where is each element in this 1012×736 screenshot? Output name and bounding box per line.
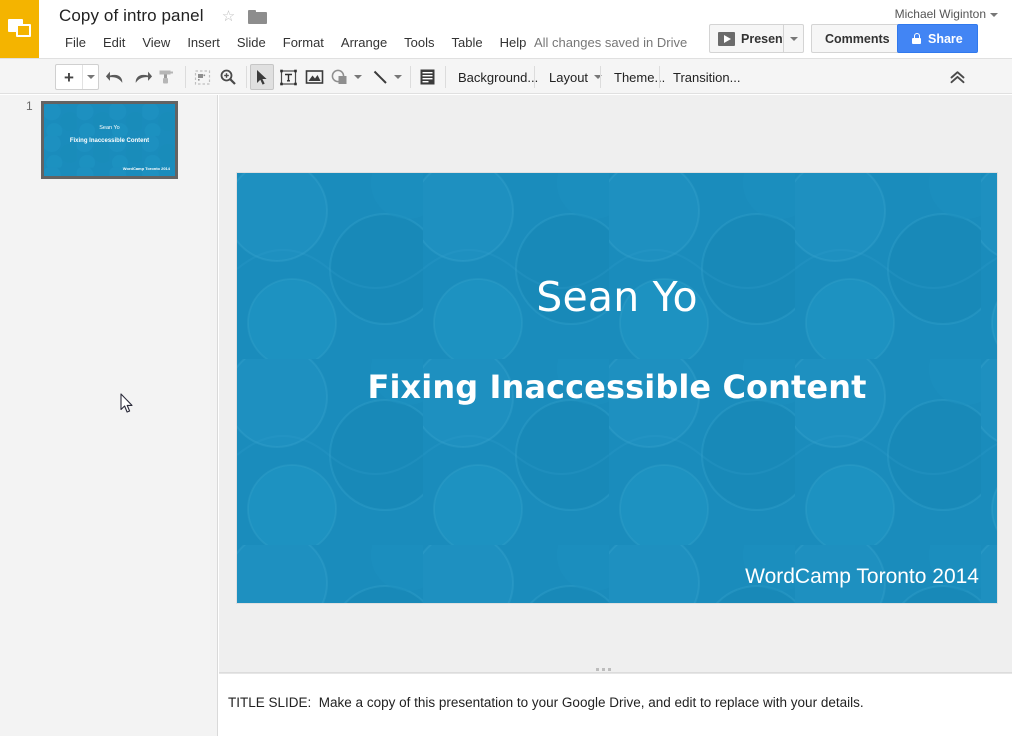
slide-footer-text[interactable]: WordCamp Toronto 2014 xyxy=(745,565,979,589)
folder-icon[interactable] xyxy=(248,10,267,24)
chevron-down-icon xyxy=(789,36,798,41)
background-button-label: Background... xyxy=(458,69,539,85)
slide-canvas-area[interactable]: Sean Yo Fixing Inaccessible Content Word… xyxy=(219,95,1012,672)
menu-item-format[interactable]: Format xyxy=(275,32,332,53)
thumbnail-content: Sean Yo Fixing Inaccessible Content Word… xyxy=(44,104,175,176)
slides-logo-glyph xyxy=(7,18,32,40)
paint-format-icon xyxy=(159,70,173,84)
layout-button-label: Layout xyxy=(549,69,589,85)
line-icon xyxy=(373,70,387,84)
shape-dropdown-button[interactable] xyxy=(350,64,366,90)
chevron-down-icon xyxy=(394,75,402,79)
slide-layout-button[interactable] xyxy=(414,64,440,90)
slide-number-label: 1 xyxy=(26,99,33,113)
shape-icon xyxy=(331,69,347,84)
line-dropdown-button[interactable] xyxy=(390,64,406,90)
comments-button-label: Comments xyxy=(825,31,890,46)
menu-bar: File Edit View Insert Slide Format Arran… xyxy=(57,32,535,53)
shape-button[interactable] xyxy=(328,64,352,90)
slides-logo-icon[interactable] xyxy=(0,0,39,58)
comments-button[interactable]: Comments xyxy=(811,24,904,53)
star-outline-icon[interactable]: ☆ xyxy=(220,9,237,26)
thumbnail-footer-text: WordCamp Toronto 2014 xyxy=(122,166,170,171)
main-toolbar: + Background... Layout Theme... Transiti… xyxy=(0,58,1012,94)
fit-to-window-icon xyxy=(194,69,211,85)
menu-item-slide[interactable]: Slide xyxy=(229,32,274,53)
slide-filmstrip-panel xyxy=(0,95,218,736)
slide-presenter-name[interactable]: Sean Yo xyxy=(237,273,997,321)
transition-button-label: Transition... xyxy=(673,69,741,85)
zoom-in-icon xyxy=(220,69,236,85)
save-status-text: All changes saved in Drive xyxy=(534,35,688,50)
speaker-notes-body: Make a copy of this presentation to your… xyxy=(318,695,864,710)
account-name-label: Michael Wiginton xyxy=(894,7,986,21)
menu-item-help[interactable]: Help xyxy=(492,32,535,53)
insert-image-icon xyxy=(305,70,323,84)
new-slide-icon: + xyxy=(56,65,83,89)
menu-item-file[interactable]: File xyxy=(57,32,94,53)
present-button-label: Present xyxy=(741,31,787,46)
share-button-label: Share xyxy=(928,31,963,46)
paint-format-button[interactable] xyxy=(153,64,179,90)
chevron-down-icon xyxy=(354,75,362,79)
menu-item-edit[interactable]: Edit xyxy=(95,32,133,53)
insert-image-button[interactable] xyxy=(302,64,326,90)
transition-button[interactable]: Transition... xyxy=(662,63,751,91)
present-dropdown-button[interactable] xyxy=(783,24,804,53)
undo-icon xyxy=(105,71,122,83)
chevron-down-icon xyxy=(86,75,95,79)
fit-to-window-button[interactable] xyxy=(190,64,215,90)
google-slides-app: Copy of intro panel ☆ File Edit View Ins… xyxy=(0,0,1012,736)
speaker-notes-pane[interactable]: TITLE SLIDE: Make a copy of this present… xyxy=(219,673,1012,736)
undo-button[interactable] xyxy=(101,64,127,90)
menu-item-arrange[interactable]: Arrange xyxy=(333,32,395,53)
app-header: Copy of intro panel ☆ File Edit View Ins… xyxy=(0,0,1012,58)
menu-item-view[interactable]: View xyxy=(134,32,178,53)
current-slide[interactable]: Sean Yo Fixing Inaccessible Content Word… xyxy=(237,173,997,603)
menu-item-table[interactable]: Table xyxy=(444,32,491,53)
slide-title-text[interactable]: Fixing Inaccessible Content xyxy=(237,368,997,406)
new-slide-dropdown[interactable] xyxy=(83,65,98,89)
filmstrip-slide-thumbnail[interactable]: Sean Yo Fixing Inaccessible Content Word… xyxy=(41,101,178,179)
lock-icon xyxy=(912,33,921,44)
text-box-icon xyxy=(279,69,297,85)
account-name[interactable]: Michael Wiginton xyxy=(895,7,998,21)
double-chevron-up-icon xyxy=(950,70,964,83)
redo-icon xyxy=(135,71,152,83)
speaker-notes-text[interactable]: TITLE SLIDE: Make a copy of this present… xyxy=(228,695,864,710)
line-button[interactable] xyxy=(368,64,392,90)
chevron-down-icon xyxy=(990,12,998,17)
menu-item-tools[interactable]: Tools xyxy=(396,32,442,53)
collapse-toolbar-button[interactable] xyxy=(943,64,971,90)
select-arrow-icon xyxy=(256,69,267,85)
notes-resize-handle[interactable] xyxy=(596,668,611,671)
select-tool-button[interactable] xyxy=(250,64,274,90)
share-button[interactable]: Share xyxy=(897,24,978,53)
thumbnail-title-text: Fixing Inaccessible Content xyxy=(69,138,150,144)
slide-layout-icon xyxy=(420,69,434,85)
zoom-button[interactable] xyxy=(215,64,240,90)
text-box-button[interactable] xyxy=(276,64,300,90)
speaker-notes-lead: TITLE SLIDE: xyxy=(228,695,312,710)
play-icon xyxy=(718,31,735,46)
theme-button-label: Theme... xyxy=(614,69,666,85)
layout-button[interactable]: Layout xyxy=(538,63,613,91)
document-title[interactable]: Copy of intro panel xyxy=(59,5,204,27)
thumbnail-name-text: Sean Yo xyxy=(99,125,120,131)
menu-item-insert[interactable]: Insert xyxy=(179,32,228,53)
new-slide-button[interactable]: + xyxy=(55,64,99,90)
